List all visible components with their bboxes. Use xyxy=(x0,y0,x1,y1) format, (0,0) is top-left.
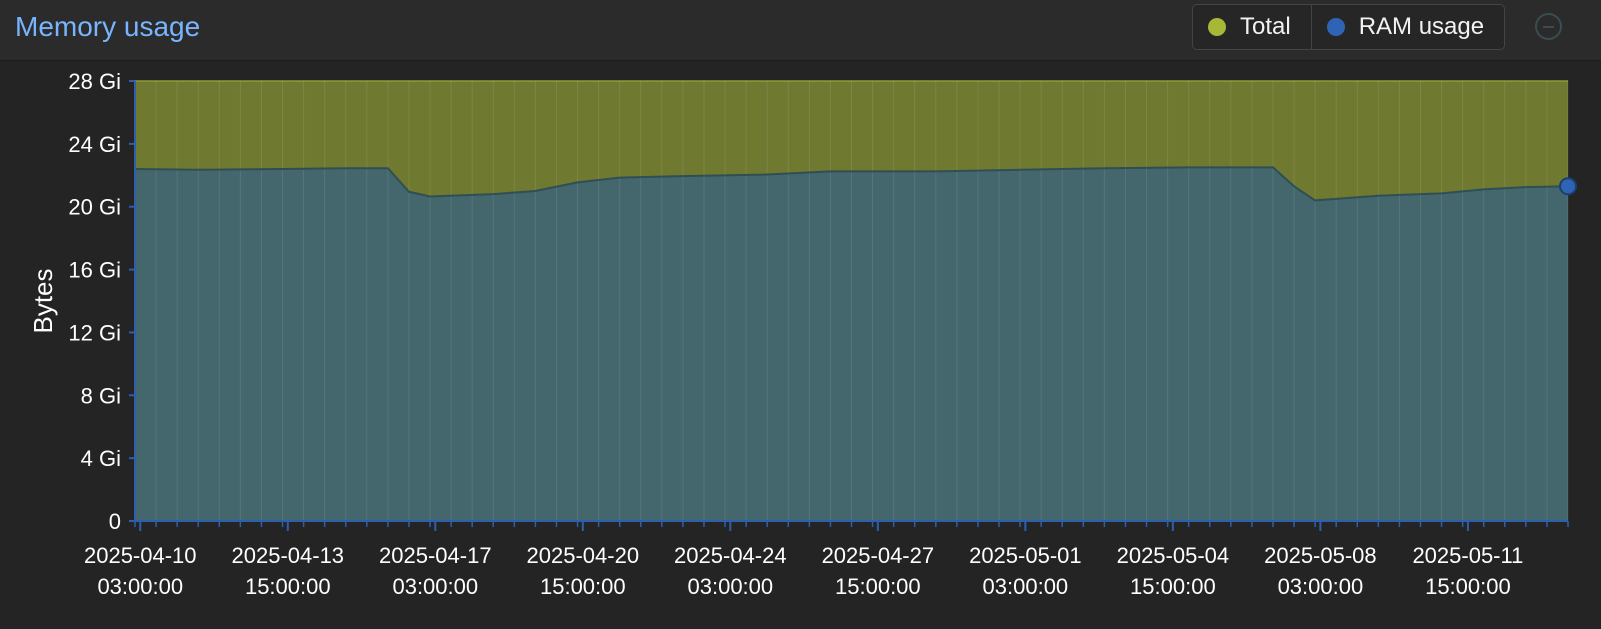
x-tick-label-time-1: 15:00:00 xyxy=(245,574,331,599)
x-tick-label-date-7: 2025-05-04 xyxy=(1117,543,1230,568)
y-tick-label-1: 4 Gi xyxy=(81,446,121,471)
x-tick-label-date-5: 2025-04-27 xyxy=(822,543,935,568)
x-tick-label-date-9: 2025-05-11 xyxy=(1412,543,1523,568)
memory-usage-panel: Memory usage Total RAM usage 0 4 Gi 8 Gi 12… xyxy=(0,0,1601,629)
x-tick-label-date-4: 2025-04-24 xyxy=(674,543,787,568)
x-tick-label-date-6: 2025-05-01 xyxy=(969,543,1082,568)
x-tick-label-date-2: 2025-04-17 xyxy=(379,543,492,568)
x-tick-label-time-4: 03:00:00 xyxy=(688,574,774,599)
x-tick-label-date-3: 2025-04-20 xyxy=(527,543,640,568)
y-tick-label-3: 12 Gi xyxy=(68,320,121,345)
chart-legend: Total RAM usage xyxy=(1192,4,1506,50)
legend-label-total: Total xyxy=(1240,13,1291,40)
panel-title: Memory usage xyxy=(15,11,201,42)
legend-dot-ram-usage xyxy=(1326,18,1345,36)
y-tick-label-4: 16 Gi xyxy=(68,258,121,283)
panel-header: Memory usage Total RAM usage xyxy=(0,0,1601,61)
memory-usage-chart: 0 4 Gi 8 Gi 12 Gi 16 Gi 20 Gi 24 Gi 28 Gi Bytes 2… xyxy=(28,69,1577,599)
x-tick-label-time-0: 03:00:00 xyxy=(97,574,183,599)
x-tick-label-date-0: 2025-04-10 xyxy=(84,543,197,568)
y-tick-label-5: 20 Gi xyxy=(68,195,121,220)
legend-item-ram-usage[interactable]: RAM usage xyxy=(1311,4,1506,50)
x-tick-label-time-5: 15:00:00 xyxy=(835,574,921,599)
legend-item-total[interactable]: Total xyxy=(1192,4,1312,50)
y-tick-label-0: 0 xyxy=(109,509,121,534)
x-tick-label-time-6: 03:00:00 xyxy=(983,574,1069,599)
x-tick-label-time-2: 03:00:00 xyxy=(392,574,478,599)
y-axis-label: Bytes xyxy=(28,268,58,333)
x-tick-label-time-9: 15:00:00 xyxy=(1425,574,1511,599)
x-tick-label-time-3: 15:00:00 xyxy=(540,574,626,599)
minus-circle-icon[interactable] xyxy=(1535,13,1562,40)
x-tick-label-date-8: 2025-05-08 xyxy=(1264,543,1377,568)
x-tick-label-time-8: 03:00:00 xyxy=(1278,574,1364,599)
x-tick-label-time-7: 15:00:00 xyxy=(1130,574,1216,599)
legend-dot-total xyxy=(1208,18,1226,36)
legend-label-ram-usage: RAM usage xyxy=(1358,13,1485,40)
y-tick-label-7: 28 Gi xyxy=(68,69,121,94)
y-tick-label-6: 24 Gi xyxy=(68,132,121,157)
y-tick-label-2: 8 Gi xyxy=(81,383,121,408)
x-tick-label-date-1: 2025-04-13 xyxy=(232,543,345,568)
ram-usage-last-point xyxy=(1559,177,1577,196)
